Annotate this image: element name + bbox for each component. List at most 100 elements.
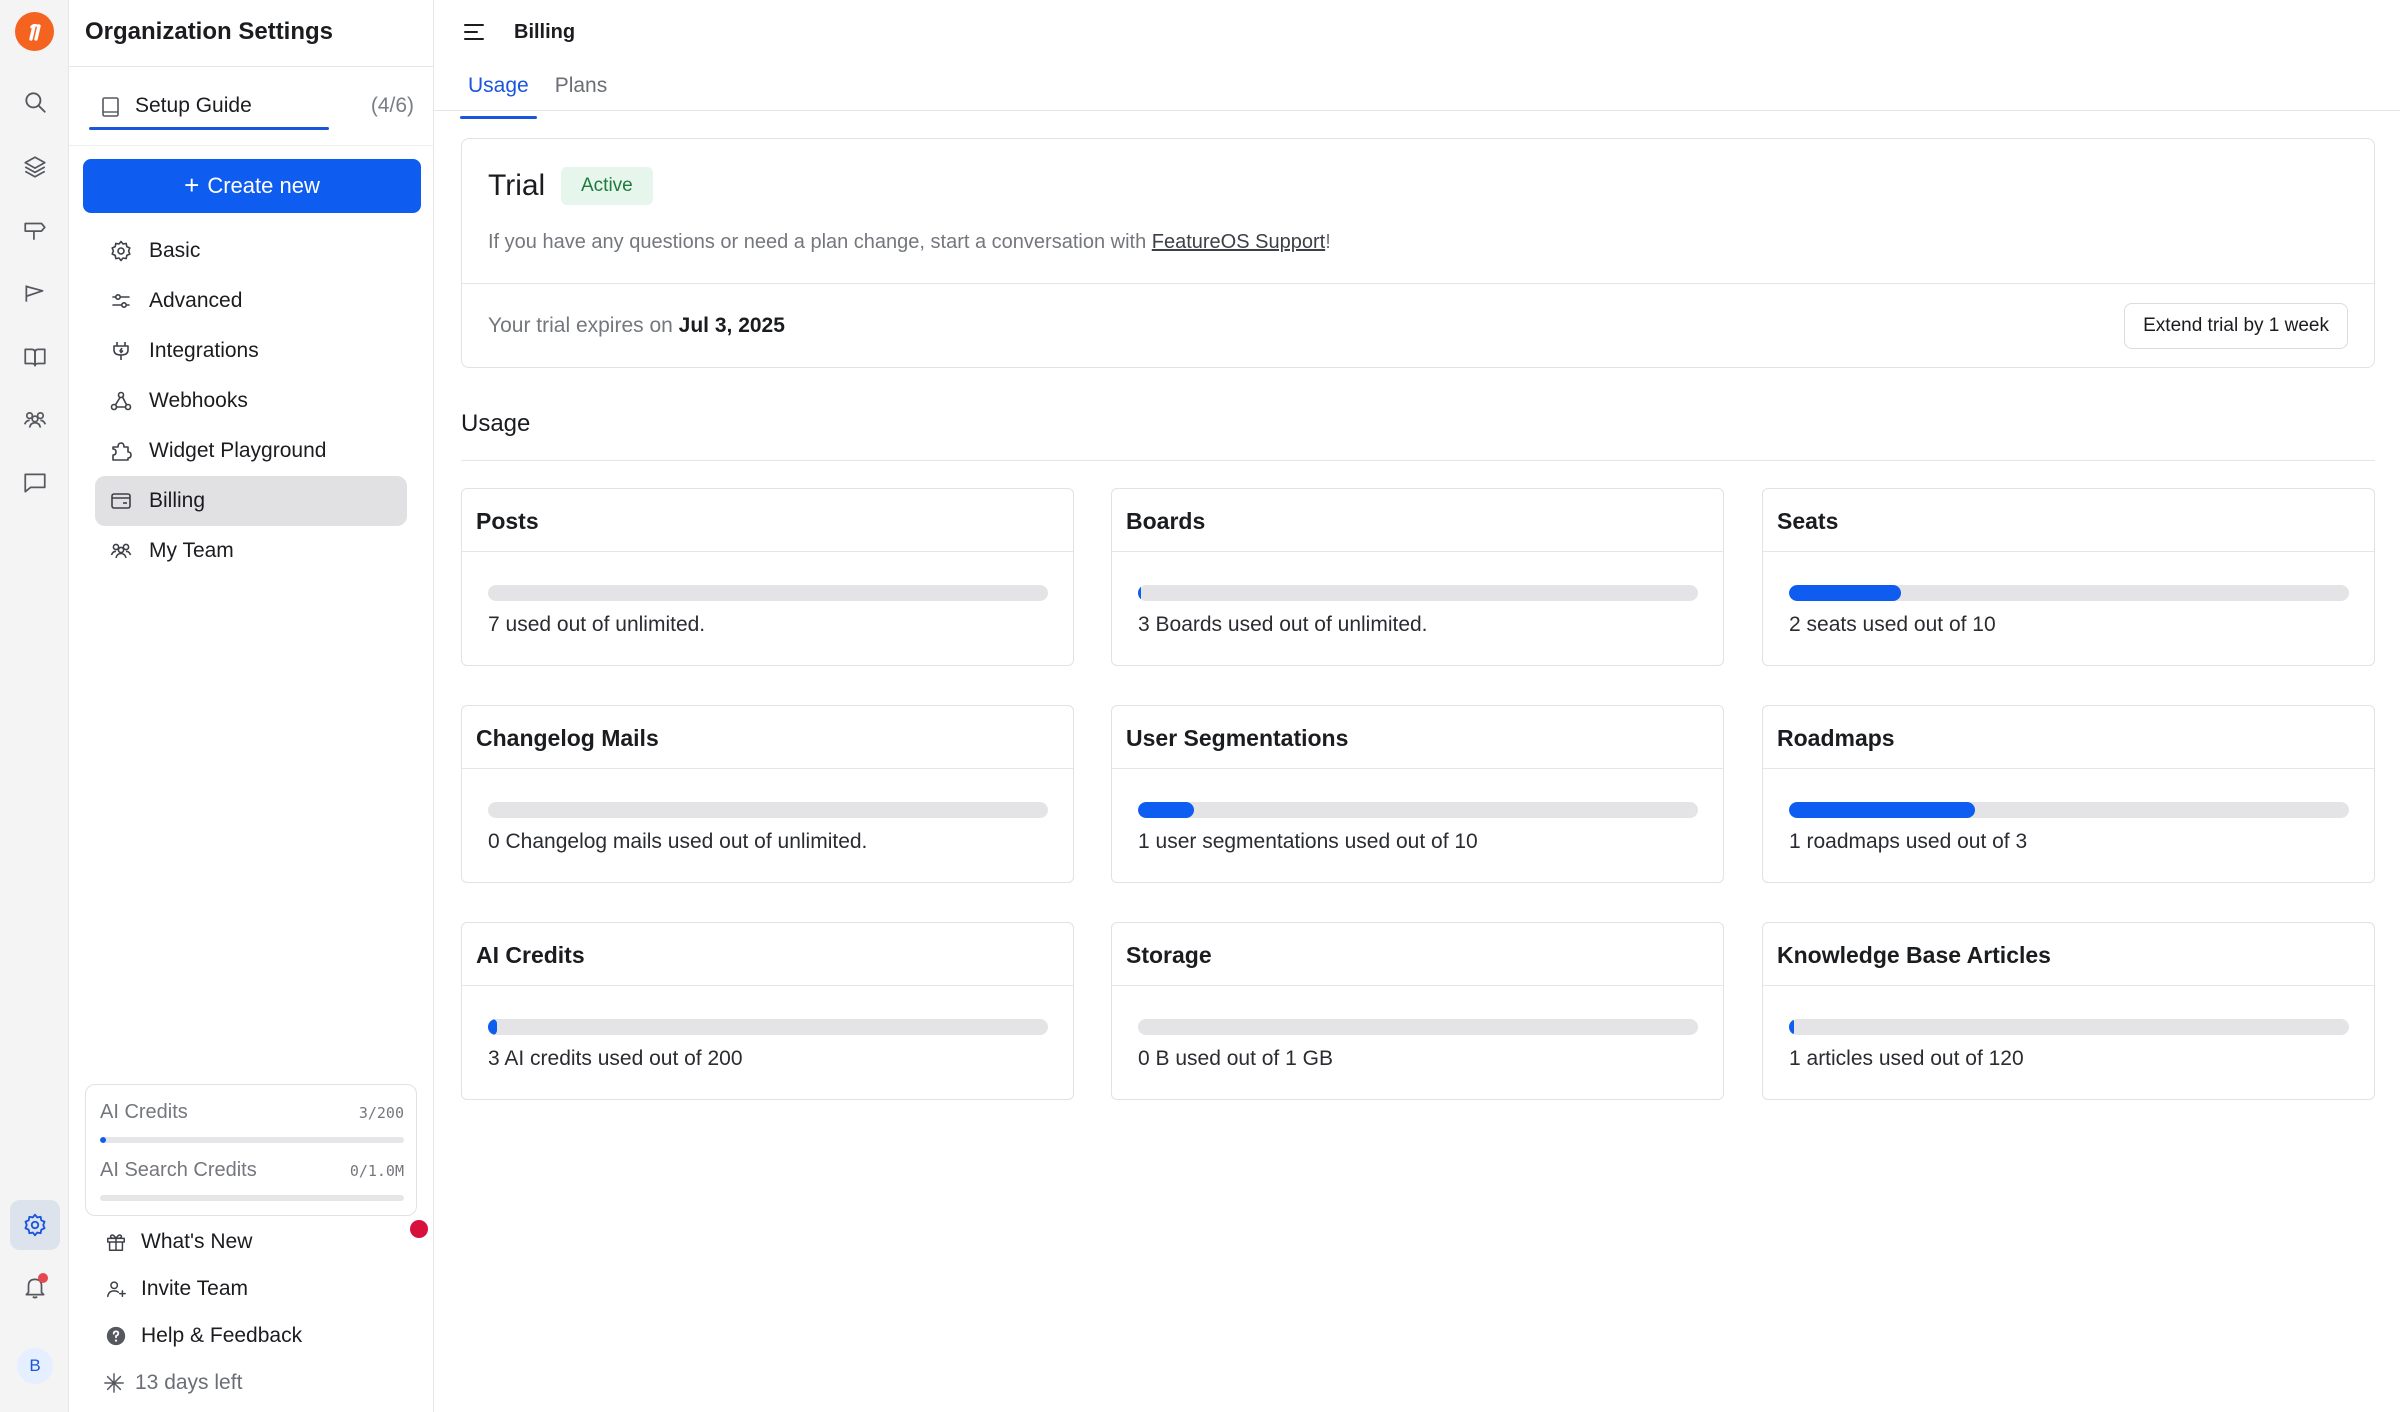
credits-summary: AI Credits 3/200 AI Search Credits 0/1.0… [85,1084,417,1216]
sidebar-footer: What's New Invite Team Help & Feedback 1… [89,1218,428,1406]
divider [462,985,1073,986]
sidebar-item-basic[interactable]: Basic [95,226,407,276]
credit-name: AI Credits [100,1101,188,1123]
whats-new-label: What's New [141,1229,253,1253]
card-title: User Segmentations [1126,725,1349,751]
signpost-icon[interactable] [20,215,50,245]
usage-bar [1138,802,1698,818]
usage-bar-fill [1789,585,1901,601]
card-title: Posts [476,508,539,534]
main-content: Billing Usage Plans Trial Active If you … [434,0,2400,1412]
help-feedback-link[interactable]: Help & Feedback [89,1312,419,1359]
divider [69,145,434,146]
extend-trial-button[interactable]: Extend trial by 1 week [2124,303,2348,349]
top-bar: Billing [434,0,2400,64]
sliders-icon [112,294,130,309]
usage-card-ai-credits: AI Credits 3 AI credits used out of 200 [461,922,1074,1100]
avatar-initial: B [29,1356,41,1375]
avatar[interactable]: B [17,1348,53,1384]
book-icon [102,97,119,117]
credit-bar [100,1137,404,1143]
usage-bar [1789,802,2349,818]
tab-plans[interactable]: Plans [547,66,616,112]
usage-bar-fill [1789,1019,1794,1035]
book-open-icon[interactable] [20,342,50,372]
message-icon[interactable] [20,468,50,498]
usage-bar [488,802,1048,818]
megaphone-icon[interactable] [20,278,50,308]
team-icon [110,543,132,559]
divider [1112,551,1723,552]
settings-nav: Basic Advanced Integrations Webhooks Wid… [95,226,407,576]
usage-bar-fill [1138,802,1194,818]
credit-bar [100,1195,404,1201]
usage-card-changelog-mails: Changelog Mails 0 Changelog mails used o… [461,705,1074,883]
sidebar-item-label: Basic [149,239,201,262]
usage-bar-fill [1789,802,1975,818]
logo-icon[interactable] [15,12,54,51]
sidebar-item-webhooks[interactable]: Webhooks [95,376,407,426]
usage-card-user-segmentations: User Segmentations 1 user segmentations … [1111,705,1724,883]
tab-usage[interactable]: Usage [460,66,537,119]
status-badge: Active [561,167,653,205]
card-title: Boards [1126,508,1206,534]
sidebar-item-billing[interactable]: Billing [95,476,407,526]
support-link[interactable]: FeatureOS Support [1152,231,1325,253]
icon-rail: B [0,0,69,1412]
usage-text: 1 articles used out of 120 [1789,1047,2024,1070]
sidebar-item-integrations[interactable]: Integrations [95,326,407,376]
card-title: Seats [1777,508,1839,534]
support-message-suffix: ! [1325,231,1331,253]
team-icon[interactable] [20,405,50,435]
credit-name: AI Search Credits [100,1159,257,1181]
divider [462,768,1073,769]
gift-icon [107,1233,125,1251]
credit-bar-fill [100,1137,106,1143]
usage-bar [1789,585,2349,601]
layers-icon[interactable] [20,152,50,182]
help-feedback-label: Help & Feedback [141,1323,303,1347]
usage-card-storage: Storage 0 B used out of 1 GB [1111,922,1724,1100]
usage-text: 2 seats used out of 10 [1789,613,1996,636]
divider [462,283,2374,284]
usage-bar [488,585,1048,601]
divider [434,110,2400,111]
setup-guide[interactable]: Setup Guide (4/6) [89,84,414,130]
search-icon[interactable] [20,87,50,117]
trial-days-left[interactable]: 13 days left [89,1359,419,1406]
invite-team-label: Invite Team [141,1276,248,1300]
support-message-text: If you have any questions or need a plan… [488,231,1152,253]
sidebar-item-label: Widget Playground [149,439,327,462]
usage-text: 1 user segmentations used out of 10 [1138,830,1478,853]
notification-dot [38,1273,48,1283]
plus-icon: + [184,170,200,200]
usage-text: 0 B used out of 1 GB [1138,1047,1333,1070]
trial-expiry: Your trial expires on Jul 3, 2025 [488,314,785,338]
divider [1763,985,2374,986]
menu-icon[interactable] [462,20,486,44]
card-title: AI Credits [476,942,585,968]
settings-icon[interactable] [10,1200,60,1250]
trial-card: Trial Active If you have any questions o… [461,138,2375,368]
sidebar-item-my-team[interactable]: My Team [95,526,407,576]
sidebar-item-label: Webhooks [149,389,248,412]
card-title: Storage [1126,942,1212,968]
card-title: Roadmaps [1777,725,1895,751]
create-new-button[interactable]: + Create new [83,159,421,213]
divider [462,551,1073,552]
divider [1763,768,2374,769]
webhook-icon [110,391,132,411]
sidebar-item-label: Billing [149,489,206,512]
ai-search-credits-row: AI Search Credits 0/1.0M [100,1159,404,1201]
whats-new-link[interactable]: What's New [89,1218,428,1265]
sidebar-item-advanced[interactable]: Advanced [95,276,407,326]
sidebar-item-label: Integrations [149,339,259,362]
usage-card-posts: Posts 7 used out of unlimited. [461,488,1074,666]
divider [461,460,2375,461]
billing-tabs: Usage Plans [460,66,625,119]
usage-section-title: Usage [461,410,531,437]
support-message: If you have any questions or need a plan… [488,231,1331,254]
invite-team-link[interactable]: Invite Team [89,1265,419,1312]
sidebar-item-widget-playground[interactable]: Widget Playground [95,426,407,476]
divider [1112,985,1723,986]
